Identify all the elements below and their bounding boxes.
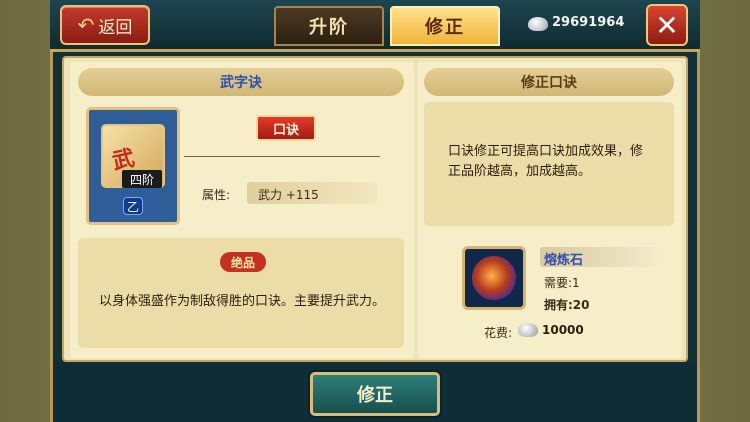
type-seal: 口诀 xyxy=(256,115,316,141)
cost-label: 花费: xyxy=(484,326,513,340)
attribute-value: 武力 +115 xyxy=(258,188,319,202)
smelting-stone-icon[interactable] xyxy=(472,256,516,300)
back-button[interactable]: ↶ 返回 xyxy=(60,5,150,45)
fix-title: 修正口诀 xyxy=(424,68,674,96)
material-own: 拥有:20 xyxy=(544,298,590,312)
tab-upgrade[interactable]: 升阶 xyxy=(274,6,384,46)
fix-description: 口诀修正可提高口诀加成效果，修正品阶越高，加成越高。 xyxy=(448,144,644,179)
skill-description: 以身体强盛作为制敌得胜的口诀。主要提升武力。 xyxy=(98,294,385,309)
skill-title: 武字诀 xyxy=(78,68,404,96)
material-name: 熔炼石 xyxy=(544,253,584,268)
tab-fix[interactable]: 修正 xyxy=(390,6,500,46)
silver-ingot-icon xyxy=(518,323,538,337)
fix-confirm-button[interactable]: 修正 xyxy=(310,372,440,416)
attribute-label: 属性: xyxy=(202,188,231,202)
divider xyxy=(184,156,380,157)
item-grade-badge: 乙 xyxy=(123,197,143,215)
item-rank-badge: 四阶 xyxy=(122,170,162,188)
close-button[interactable]: ✕ xyxy=(646,4,688,46)
silver-ingot-icon xyxy=(528,17,548,31)
cost-value: 10000 xyxy=(542,323,584,337)
quality-badge: 绝品 xyxy=(220,252,266,272)
back-arrow-icon: ↶ xyxy=(77,13,95,37)
currency-value: 29691964 xyxy=(552,15,625,30)
back-label: 返回 xyxy=(98,17,133,38)
close-icon: ✕ xyxy=(655,8,679,42)
material-need: 需要:1 xyxy=(544,276,580,290)
